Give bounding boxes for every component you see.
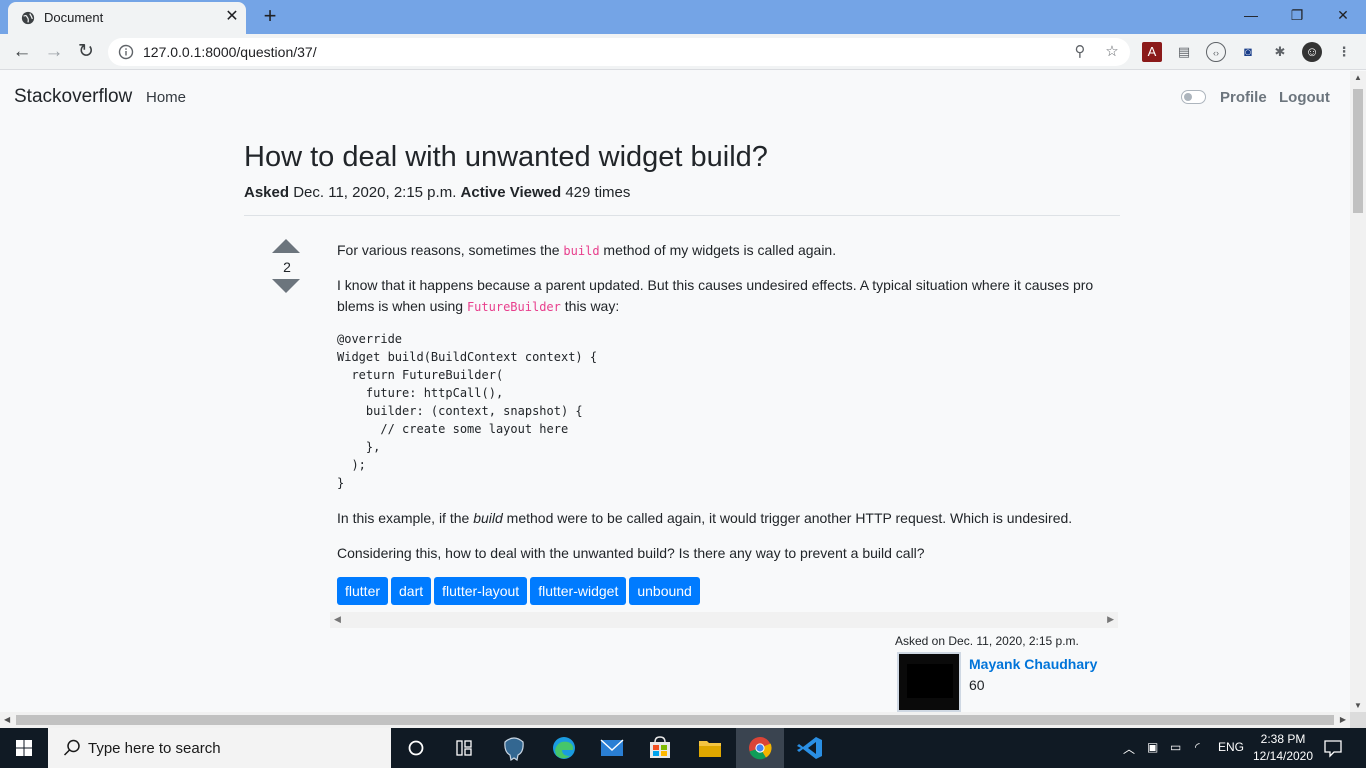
file-explorer-icon[interactable]	[686, 728, 734, 768]
globe-icon	[21, 11, 35, 25]
tag-list: flutter dart flutter-layout flutter-widget u…	[337, 577, 703, 605]
page-scroll-left-icon[interactable]: ◀	[4, 715, 10, 724]
scroll-up-icon[interactable]: ▲	[1354, 73, 1362, 82]
edge-browser-icon[interactable]	[540, 728, 588, 768]
page-scroll-right-icon[interactable]: ▶	[1340, 715, 1346, 724]
cortana-icon[interactable]	[392, 728, 440, 768]
language-indicator[interactable]: ENG	[1218, 740, 1244, 754]
browser-tab-strip: Document ✕ + — ❐ ✕	[0, 0, 1366, 34]
dark-mode-toggle[interactable]	[1181, 90, 1206, 104]
reload-icon[interactable]: ↻	[72, 38, 100, 66]
wifi-icon[interactable]: ◜	[1195, 740, 1200, 754]
active-label: Active	[460, 184, 506, 201]
page-viewport: Stackoverflow Home Profile Logout How to…	[0, 71, 1350, 712]
notifications-icon[interactable]	[1322, 738, 1344, 758]
battery-icon[interactable]: ▭	[1170, 740, 1181, 754]
site-navbar: Stackoverflow Home Profile Logout	[0, 71, 1350, 123]
code-extension-icon[interactable]: ‹›	[1206, 42, 1226, 62]
page-horizontal-scrollbar[interactable]: ◀ ▶	[0, 712, 1350, 728]
clock-date[interactable]: 12/14/2020	[1250, 749, 1316, 763]
nav-logout-link[interactable]: Logout	[1279, 89, 1330, 106]
nav-profile-link[interactable]: Profile	[1220, 89, 1267, 106]
scrollbar-corner	[1350, 712, 1366, 728]
profile-avatar-icon[interactable]: ☺	[1302, 42, 1322, 62]
search-placeholder: Type here to search	[88, 740, 221, 757]
viewed-value: 429 times	[565, 184, 631, 201]
meet-now-icon[interactable]: ▣	[1147, 740, 1158, 754]
asked-value: Dec. 11, 2020, 2:15 p.m.	[293, 184, 457, 201]
upvote-arrow-icon[interactable]	[272, 239, 300, 253]
site-info-icon[interactable]	[118, 44, 134, 60]
mail-icon[interactable]	[588, 728, 636, 768]
zoom-icon[interactable]: ⚲	[1070, 42, 1090, 62]
tab-close-icon[interactable]: ✕	[222, 7, 242, 27]
clock-time[interactable]: 2:38 PM	[1258, 732, 1308, 746]
tag-flutter-layout[interactable]: flutter-layout	[434, 577, 528, 605]
browser-menu-icon[interactable]: ⋮	[1334, 42, 1354, 62]
author-reputation: 60	[969, 677, 985, 693]
window-close-button[interactable]: ✕	[1320, 0, 1366, 30]
nav-home-link[interactable]: Home	[146, 89, 186, 106]
extensions-puzzle-icon[interactable]: ✱	[1270, 42, 1290, 62]
bookmark-star-icon[interactable]: ☆	[1102, 42, 1122, 62]
tag-flutter[interactable]: flutter	[337, 577, 389, 605]
back-icon[interactable]: ←	[8, 38, 36, 66]
scroll-right-icon[interactable]: ▶	[1107, 614, 1114, 625]
toggle-knob	[1184, 93, 1192, 101]
vote-count: 2	[283, 259, 291, 275]
site-brand[interactable]: Stackoverflow	[14, 86, 132, 108]
content-horizontal-scrollbar[interactable]: ◀ ▶	[330, 612, 1118, 628]
question-paragraph-1: For various reasons, sometimes the build…	[337, 242, 837, 258]
document-extension-icon[interactable]: ▤	[1174, 42, 1194, 62]
asked-on-text: Asked on Dec. 11, 2020, 2:15 p.m.	[895, 634, 1079, 648]
vscode-icon[interactable]	[786, 728, 834, 768]
window-restore-button[interactable]: ❐	[1274, 0, 1320, 30]
store-icon[interactable]	[636, 728, 684, 768]
question-meta: Asked Dec. 11, 2020, 2:15 p.m. Active Vi…	[244, 184, 630, 201]
tab-title: Document	[44, 10, 104, 25]
horizontal-scroll-thumb[interactable]	[16, 715, 1334, 725]
forward-icon[interactable]: →	[40, 38, 68, 66]
emphasis-build: build	[473, 510, 503, 526]
question-paragraph-2: I know that it happens because a parent …	[337, 277, 1094, 314]
address-bar[interactable]: 127.0.0.1:8000/question/37/ ⚲ ☆	[108, 38, 1130, 66]
downvote-arrow-icon[interactable]	[272, 279, 300, 293]
chrome-icon[interactable]	[736, 728, 784, 768]
title-divider	[244, 215, 1120, 216]
question-paragraph-3: In this example, if the build method wer…	[337, 510, 1073, 526]
task-view-icon[interactable]	[440, 728, 488, 768]
tag-flutter-widget[interactable]: flutter-widget	[530, 577, 627, 605]
url-text: 127.0.0.1:8000/question/37/	[143, 44, 317, 60]
vertical-scroll-thumb[interactable]	[1353, 89, 1363, 213]
avatar-image	[907, 664, 953, 698]
author-name-link[interactable]: Mayank Chaudhary	[969, 656, 1097, 672]
screen-extension-icon[interactable]: ◙	[1238, 42, 1258, 62]
inline-code-futurebuilder: FutureBuilder	[466, 300, 561, 314]
search-icon	[63, 739, 80, 756]
scroll-left-icon[interactable]: ◀	[334, 614, 341, 625]
tag-dart[interactable]: dart	[391, 577, 432, 605]
browser-tab[interactable]: Document ✕	[8, 2, 246, 34]
page-vertical-scrollbar[interactable]: ▲ ▼	[1350, 71, 1366, 712]
windows-start-icon[interactable]	[0, 728, 48, 768]
asked-label: Asked	[244, 184, 290, 201]
question-paragraph-4: Considering this, how to deal with the u…	[337, 545, 925, 561]
windows-taskbar: Type here to search ︿ ▣ ▭ ◜ ENG 2:38 PM …	[0, 728, 1366, 768]
question-title: How to deal with unwanted widget build?	[244, 141, 768, 173]
scroll-down-icon[interactable]: ▼	[1354, 701, 1362, 710]
postgresql-icon[interactable]	[490, 728, 538, 768]
viewed-label: Viewed	[509, 184, 562, 201]
inline-code-build: build	[563, 244, 600, 258]
window-minimize-button[interactable]: —	[1228, 0, 1274, 30]
browser-toolbar: ← → ↻ 127.0.0.1:8000/question/37/ ⚲ ☆ A …	[0, 34, 1366, 70]
tray-chevron-up-icon[interactable]: ︿	[1123, 740, 1135, 757]
tag-unbound[interactable]: unbound	[629, 577, 700, 605]
pdf-extension-icon[interactable]: A	[1142, 42, 1162, 62]
author-avatar[interactable]	[897, 652, 961, 712]
code-block: @override Widget build(BuildContext cont…	[337, 332, 598, 490]
taskbar-search-box[interactable]: Type here to search	[48, 728, 391, 768]
new-tab-button[interactable]: +	[258, 4, 282, 28]
